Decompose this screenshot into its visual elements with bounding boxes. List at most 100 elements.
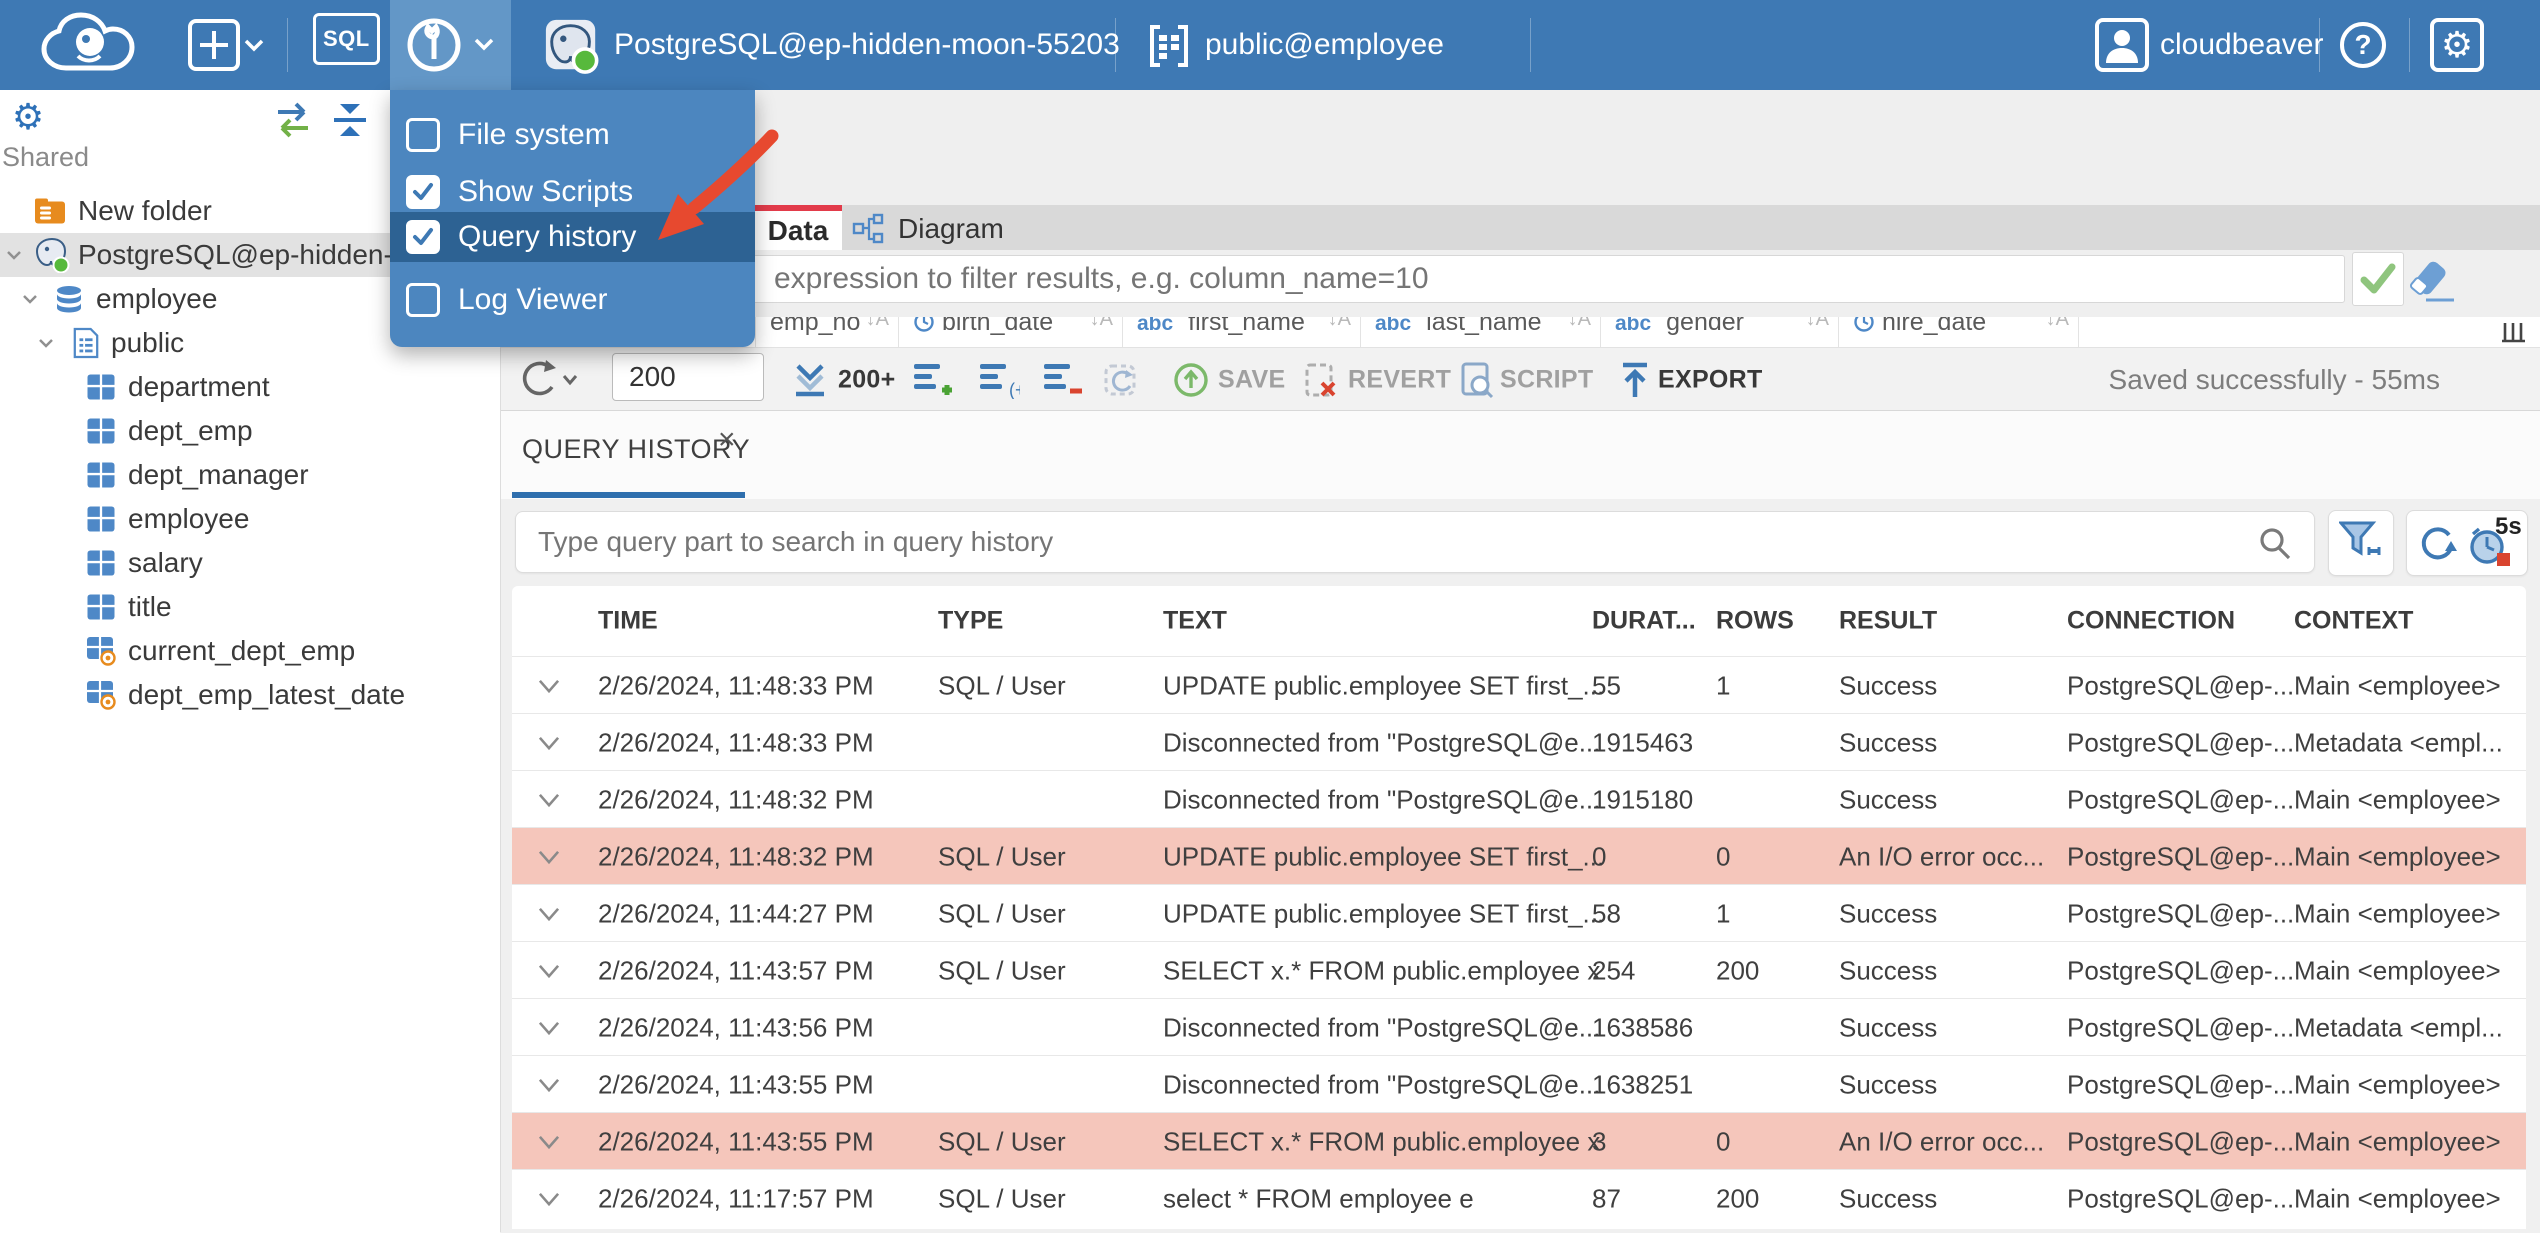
settings-gear-icon[interactable]: ⚙	[2430, 18, 2484, 77]
connection-name[interactable]: PostgreSQL@ep-hidden-moon-55203	[614, 28, 1120, 62]
grid-header-cell-last-name[interactable]: abc last_name ↓A	[1360, 317, 1601, 347]
query-history-search-input[interactable]	[515, 511, 2315, 573]
query-history-row[interactable]: 2/26/2024, 11:48:33 PM SQL / User UPDATE p…	[512, 656, 2526, 714]
query-history-row[interactable]: 2/26/2024, 11:43:55 PM Disconnected from …	[512, 1055, 2526, 1113]
column-header-time[interactable]: TIME	[598, 607, 658, 636]
tab-diagram[interactable]: Diagram	[842, 205, 1057, 250]
chevron-down-icon[interactable]	[4, 245, 24, 265]
grid-columns-config-icon[interactable]	[2500, 319, 2528, 347]
expand-row-chevron-icon[interactable]	[536, 787, 562, 813]
export-button[interactable]: EXPORT	[1658, 365, 1763, 394]
delete-row-icon[interactable]	[1042, 361, 1082, 399]
query-history-row[interactable]: 2/26/2024, 11:17:57 PM SQL / User select *…	[512, 1169, 2526, 1227]
query-history-row[interactable]: 2/26/2024, 11:43:55 PM SQL / User SELECT x…	[512, 1112, 2526, 1170]
column-header-connection[interactable]: CONNECTION	[2067, 607, 2235, 636]
sort-icon[interactable]: ↓A	[2046, 317, 2069, 331]
revert-button[interactable]: REVERT	[1348, 365, 1451, 394]
new-connection-button[interactable]	[188, 19, 264, 71]
duplicate-row-icon[interactable]: (+)	[978, 361, 1032, 400]
cell-connection: PostgreSQL@ep-...	[2067, 670, 2295, 700]
expand-row-chevron-icon[interactable]	[536, 673, 562, 699]
tree-item-employee[interactable]: employee	[0, 497, 500, 541]
user-avatar-icon[interactable]	[2095, 18, 2149, 72]
tab-data[interactable]: Data	[754, 205, 842, 250]
sort-icon[interactable]: ↓A	[866, 317, 889, 331]
sort-icon[interactable]: ↓A	[1090, 317, 1113, 331]
cell-context: Main <employee>	[2294, 955, 2501, 985]
query-history-tab[interactable]: QUERY HISTORY	[522, 434, 750, 465]
expand-row-chevron-icon[interactable]	[536, 1129, 562, 1155]
query-history-row[interactable]: 2/26/2024, 11:48:33 PM Disconnected from …	[512, 713, 2526, 771]
query-history-row[interactable]: 2/26/2024, 11:43:56 PM Disconnected from …	[512, 998, 2526, 1056]
tree-item-salary[interactable]: salary	[0, 541, 500, 585]
checkbox-unchecked-icon[interactable]	[406, 283, 440, 317]
fetch-more-label[interactable]: 200+	[838, 365, 896, 394]
tree-item-dept-emp[interactable]: dept_emp	[0, 409, 500, 453]
tree-item-dept-manager[interactable]: dept_manager	[0, 453, 500, 497]
expand-row-chevron-icon[interactable]	[536, 901, 562, 927]
column-header-type[interactable]: TYPE	[938, 607, 1003, 636]
tree-item-dept-emp-latest-date[interactable]: dept_emp_latest_date	[0, 673, 500, 717]
grid-header-cell-emp-no[interactable]: emp_no ↓A	[755, 317, 899, 347]
cell-duration: 1915463	[1592, 727, 1694, 757]
tree-item-department[interactable]: department	[0, 365, 500, 409]
expand-row-chevron-icon[interactable]	[536, 1186, 562, 1212]
username-label[interactable]: cloudbeaver	[2160, 28, 2323, 62]
clear-filter-eraser-icon[interactable]	[2408, 258, 2460, 304]
query-history-row[interactable]: 2/26/2024, 11:43:57 PM SQL / User SELECT x…	[512, 941, 2526, 999]
query-history-row[interactable]: 2/26/2024, 11:44:27 PM SQL / User UPDATE p…	[512, 884, 2526, 942]
column-header-rows[interactable]: ROWS	[1716, 607, 1794, 636]
cell-type: SQL / User	[938, 1183, 1066, 1213]
data-filter-input[interactable]	[515, 255, 2345, 303]
column-header-duration[interactable]: DURAT...	[1592, 607, 1696, 636]
help-icon[interactable]: ?	[2338, 20, 2388, 70]
query-history-row[interactable]: 2/26/2024, 11:48:32 PM Disconnected from …	[512, 770, 2526, 828]
chevron-down-icon[interactable]	[36, 333, 56, 353]
grid-header-cell-first-name[interactable]: abc first_name ↓A	[1122, 317, 1361, 347]
column-header-result[interactable]: RESULT	[1839, 607, 1937, 636]
menu-item-query-history[interactable]: Query history	[390, 212, 755, 262]
grid-header-cell-empty[interactable]	[2078, 317, 2496, 347]
menu-item-show-scripts[interactable]: Show Scripts	[390, 169, 755, 215]
column-header-context[interactable]: CONTEXT	[2294, 607, 2413, 636]
tools-menu-button[interactable]	[390, 0, 511, 90]
checkbox-unchecked-icon[interactable]	[406, 118, 440, 152]
tree-item-current-dept-emp[interactable]: current_dept_emp	[0, 629, 500, 673]
add-row-icon[interactable]	[912, 361, 952, 399]
refresh-icon[interactable]	[512, 358, 578, 402]
sort-icon[interactable]: ↓A	[1328, 317, 1351, 331]
navigator-settings-gear-icon[interactable]: ⚙	[8, 97, 48, 143]
schema-path[interactable]: public@employee	[1205, 28, 1444, 62]
grid-header-cell-gender[interactable]: abc gender ↓A	[1600, 317, 1839, 347]
query-history-row[interactable]: 2/26/2024, 11:48:32 PM SQL / User UPDATE p…	[512, 827, 2526, 885]
sort-icon[interactable]: ↓A	[1806, 317, 1829, 331]
grid-header-cell-birth-date[interactable]: birth_date ↓A	[898, 317, 1123, 347]
checkbox-checked-icon[interactable]	[406, 175, 440, 209]
sync-connection-icon[interactable]	[270, 102, 316, 138]
filter-history-button[interactable]	[2328, 510, 2394, 576]
sql-editor-button[interactable]: SQL	[313, 13, 380, 65]
expand-row-chevron-icon[interactable]	[536, 844, 562, 870]
menu-item-file-system[interactable]: File system	[390, 112, 755, 158]
checkbox-checked-icon[interactable]	[406, 220, 440, 254]
sort-icon[interactable]: ↓A	[1568, 317, 1591, 331]
row-limit-input[interactable]	[612, 353, 764, 401]
auto-refresh-icon[interactable]	[1102, 360, 1142, 400]
tree-item-title[interactable]: title	[0, 585, 500, 629]
apply-filter-check-icon[interactable]	[2352, 252, 2404, 306]
expand-row-chevron-icon[interactable]	[536, 730, 562, 756]
expand-row-chevron-icon[interactable]	[536, 1072, 562, 1098]
grid-header-cell-hire-date[interactable]: hire_date ↓A	[1838, 317, 2079, 347]
save-button[interactable]: SAVE	[1218, 365, 1285, 394]
expand-row-chevron-icon[interactable]	[536, 1015, 562, 1041]
fetch-more-icon[interactable]	[792, 362, 830, 398]
chevron-down-icon[interactable]	[20, 289, 40, 309]
menu-item-log-viewer[interactable]: Log Viewer	[390, 277, 755, 323]
refresh-history-icon[interactable]	[2415, 521, 2459, 565]
column-header-text[interactable]: TEXT	[1163, 607, 1227, 636]
expand-row-chevron-icon[interactable]	[536, 958, 562, 984]
script-button[interactable]: SCRIPT	[1500, 365, 1593, 394]
cell-text: Disconnected from "PostgreSQL@e...	[1163, 727, 1601, 757]
close-tab-icon[interactable]: ×	[718, 423, 736, 457]
collapse-all-icon[interactable]	[330, 102, 370, 138]
